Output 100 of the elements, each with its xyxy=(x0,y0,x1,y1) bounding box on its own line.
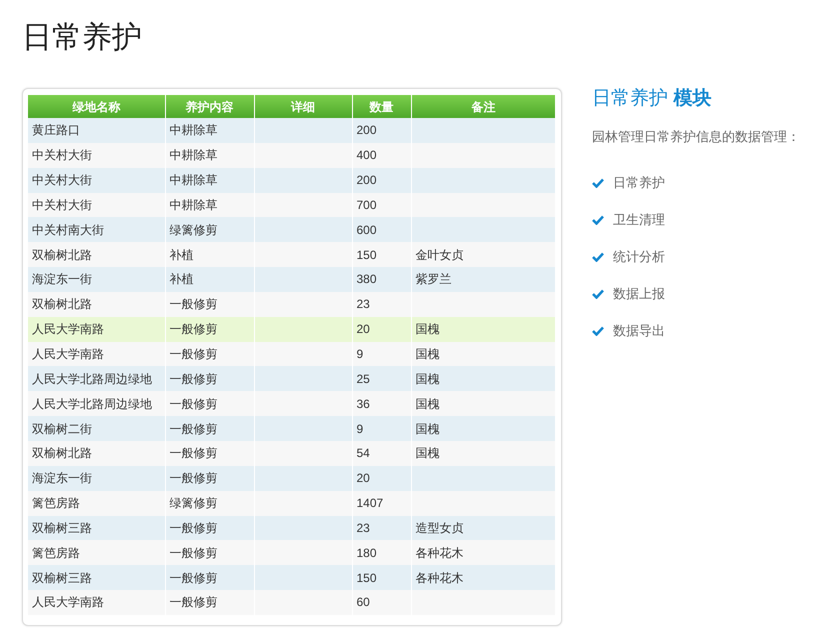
table-cell: 380 xyxy=(356,272,377,286)
table-cell: 一般修剪 xyxy=(170,595,218,610)
table-cell: 中关村大街 xyxy=(32,148,92,162)
table-row[interactable]: 海淀东一街 补植 380 紫罗兰 xyxy=(28,267,556,292)
table-row[interactable]: 人民大学北路周边绿地 一般修剪 25 国槐 xyxy=(28,366,556,392)
table-cell: 36 xyxy=(356,396,370,411)
table-cell: 黄庄路口 xyxy=(32,123,80,138)
table-cell: 150 xyxy=(356,248,377,262)
table-cell: 篱笆房路 xyxy=(32,496,80,510)
feature-item: 数据导出 xyxy=(613,322,665,340)
page-title: 日常养护 xyxy=(22,20,143,56)
table-cell: 一般修剪 xyxy=(170,471,218,486)
feature-item: 日常养护 xyxy=(613,174,665,192)
table-cell: 补植 xyxy=(170,272,194,286)
table-cell: 双榆树三路 xyxy=(32,570,92,585)
table-row[interactable]: 篱笆房路 绿篱修剪 1407 xyxy=(28,490,556,516)
column-header: 养护内容 xyxy=(165,95,254,118)
table-cell: 一般修剪 xyxy=(170,546,218,560)
table-cell: 600 xyxy=(356,222,377,237)
module-description: 园林管理日常养护信息的数据管理： xyxy=(592,128,800,146)
table-cell: 150 xyxy=(356,570,377,585)
table-cell: 国槐 xyxy=(416,396,440,411)
column-header: 备注 xyxy=(411,95,556,118)
table-cell: 人民大学南路 xyxy=(32,322,104,336)
table-cell: 金叶女贞 xyxy=(416,248,464,262)
table-cell: 双榆树三路 xyxy=(32,520,92,535)
table-row[interactable]: 人民大学南路 一般修剪 60 xyxy=(28,590,556,615)
table-cell: 一般修剪 xyxy=(170,520,218,535)
table-cell: 国槐 xyxy=(416,422,440,436)
check-icon xyxy=(592,252,604,262)
feature-item: 数据上报 xyxy=(613,285,665,304)
table-cell: 一般修剪 xyxy=(170,322,218,336)
table-cell: 200 xyxy=(356,173,377,188)
table-cell: 国槐 xyxy=(416,446,440,460)
table-cell: 一般修剪 xyxy=(170,422,218,436)
feature-item: 统计分析 xyxy=(613,248,665,266)
table-cell: 中关村大街 xyxy=(32,198,92,212)
table-cell: 中耕除草 xyxy=(170,123,218,138)
table-row[interactable]: 海淀东一街 一般修剪 20 xyxy=(28,466,556,491)
table-cell: 绿篱修剪 xyxy=(170,496,218,510)
column-header: 详细 xyxy=(254,95,352,118)
table-cell: 中耕除草 xyxy=(170,148,218,162)
table-cell: 人民大学南路 xyxy=(32,347,104,362)
table-cell: 双榆树二街 xyxy=(32,422,92,436)
module-title: 日常养护 模块 xyxy=(592,88,712,111)
table-cell: 补植 xyxy=(170,248,194,262)
table-row[interactable]: 人民大学北路周边绿地 一般修剪 36 国槐 xyxy=(28,391,556,416)
table-cell: 国槐 xyxy=(416,372,440,386)
table-cell: 180 xyxy=(356,546,377,560)
table-cell: 一般修剪 xyxy=(170,570,218,585)
column-header: 数量 xyxy=(352,95,411,118)
table-cell: 25 xyxy=(356,372,370,386)
table-cell: 一般修剪 xyxy=(170,372,218,386)
table-cell: 中关村大街 xyxy=(32,173,92,188)
table-row[interactable]: 人民大学南路 一般修剪 9 国槐 xyxy=(28,342,556,366)
table-cell: 双榆树北路 xyxy=(32,446,92,460)
table-cell: 700 xyxy=(356,198,377,212)
check-icon xyxy=(592,326,604,336)
table-cell: 54 xyxy=(356,446,370,460)
table-cell: 一般修剪 xyxy=(170,396,218,411)
table-row[interactable]: 双榆树北路 补植 150 金叶女贞 xyxy=(28,242,556,268)
table-cell: 人民大学北路周边绿地 xyxy=(32,372,152,386)
table-cell: 一般修剪 xyxy=(170,347,218,362)
table-row[interactable]: 双榆树三路 一般修剪 23 造型女贞 xyxy=(28,516,556,540)
table-cell: 篱笆房路 xyxy=(32,546,80,560)
table-cell: 一般修剪 xyxy=(170,297,218,312)
table-cell: 20 xyxy=(356,471,370,486)
table-row[interactable]: 中关村大街 中耕除草 200 xyxy=(28,168,556,193)
table-row[interactable]: 人民大学南路 一般修剪 20 国槐 xyxy=(28,316,556,342)
table-cell: 200 xyxy=(356,123,377,138)
table-cell: 各种花木 xyxy=(416,546,464,560)
table-cell: 双榆树北路 xyxy=(32,248,92,262)
table-cell: 中耕除草 xyxy=(170,198,218,212)
column-header: 绿地名称 xyxy=(28,95,165,118)
feature-item: 卫生清理 xyxy=(613,211,665,230)
table-row[interactable]: 双榆树北路 一般修剪 54 国槐 xyxy=(28,440,556,466)
table-cell: 23 xyxy=(356,297,370,312)
table-row[interactable]: 中关村南大街 绿篱修剪 600 xyxy=(28,217,556,242)
table-row[interactable]: 篱笆房路 一般修剪 180 各种花木 xyxy=(28,540,556,566)
table-row[interactable]: 中关村大街 中耕除草 400 xyxy=(28,142,556,168)
table-row[interactable]: 中关村大街 中耕除草 700 xyxy=(28,192,556,218)
table-cell: 中关村南大街 xyxy=(32,222,104,237)
table-cell: 9 xyxy=(356,422,364,436)
table-cell: 绿篱修剪 xyxy=(170,222,218,237)
table-row[interactable]: 黄庄路口 中耕除草 200 xyxy=(28,118,556,143)
table-cell: 紫罗兰 xyxy=(416,272,452,286)
table-cell: 国槐 xyxy=(416,347,440,362)
check-icon xyxy=(592,214,604,225)
table-cell: 海淀东一街 xyxy=(32,272,92,286)
table-cell: 中耕除草 xyxy=(170,173,218,188)
table-cell: 造型女贞 xyxy=(416,520,464,535)
table-row[interactable]: 双榆树二街 一般修剪 9 国槐 xyxy=(28,416,556,441)
table-cell: 人民大学北路周边绿地 xyxy=(32,396,152,411)
table-row[interactable]: 双榆树北路 一般修剪 23 xyxy=(28,292,556,317)
table-cell: 400 xyxy=(356,148,377,162)
check-icon xyxy=(592,178,604,188)
table-cell: 60 xyxy=(356,595,370,610)
table-cell: 人民大学南路 xyxy=(32,595,104,610)
table-row[interactable]: 双榆树三路 一般修剪 150 各种花木 xyxy=(28,565,556,590)
table-cell: 双榆树北路 xyxy=(32,297,92,312)
